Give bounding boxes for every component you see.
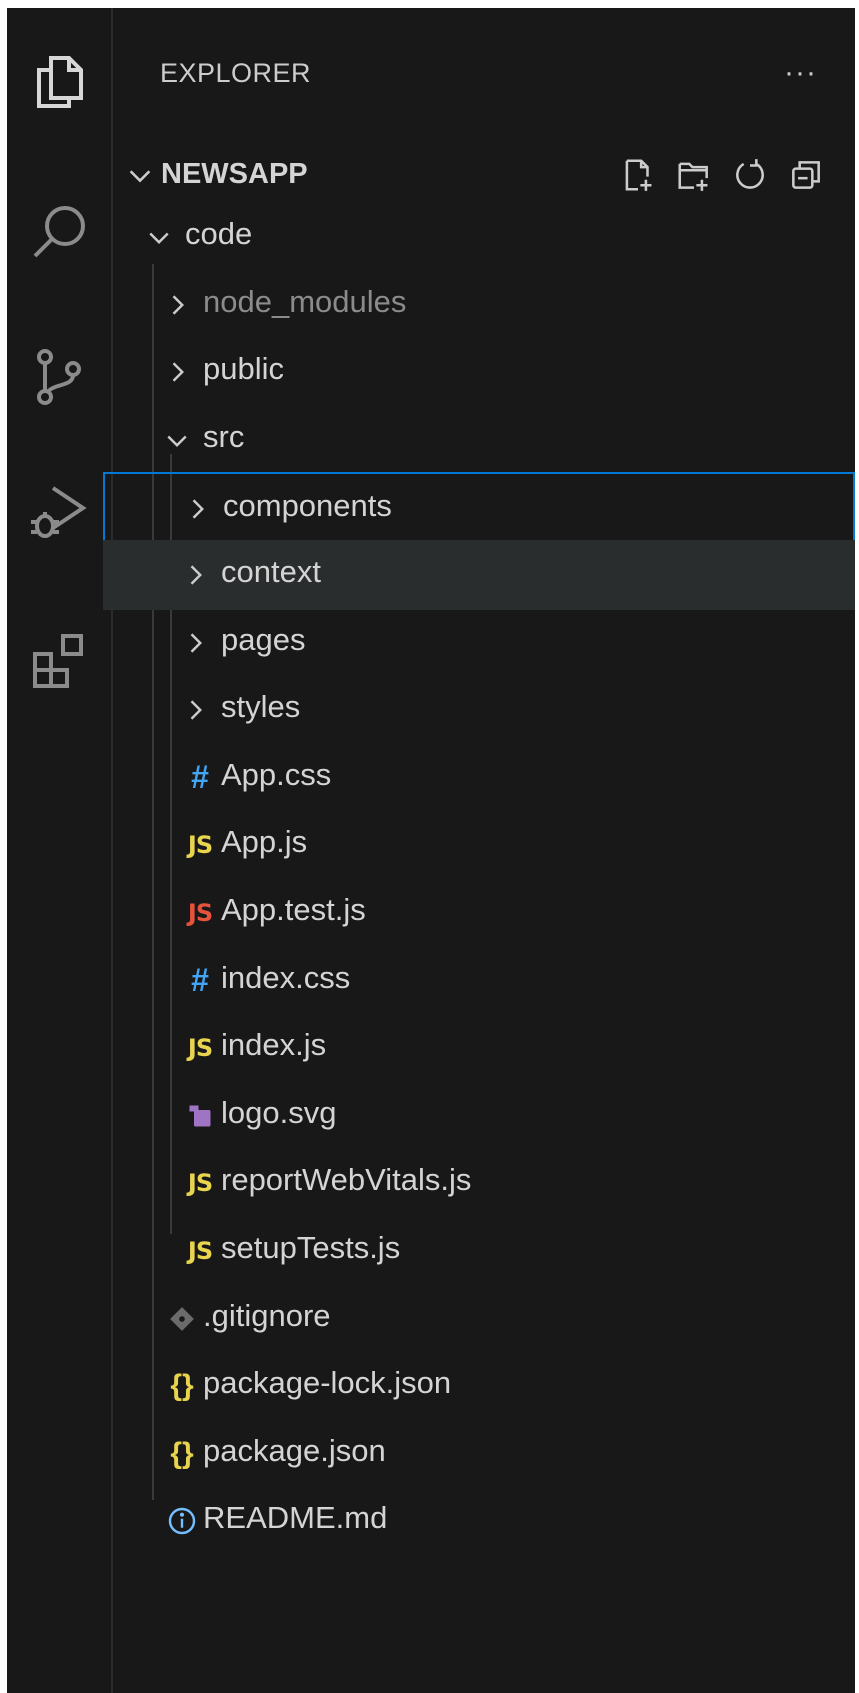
tree-item-label: src [203,418,245,454]
tree-item-label: App.test.js [221,892,366,927]
tree-item-label: components [223,488,392,524]
tree-file[interactable]: JS App.js [113,810,855,880]
tree-item-label: package.json [203,1432,386,1468]
new-folder-icon[interactable] [673,152,715,198]
source-control-icon[interactable] [25,343,93,411]
tree-file[interactable]: {} package.json [113,1419,855,1489]
tree-file[interactable]: README.md [113,1486,855,1556]
css-file-icon: # [191,759,209,796]
tree-item-label: App.css [221,756,332,792]
tree-item-label: setupTests.js [221,1230,401,1265]
chevron-right-icon [192,499,204,520]
git-file-icon [165,1300,199,1338]
tree-folder[interactable]: pages [113,608,855,678]
chevron-down-icon [167,435,187,447]
workspace-section-header[interactable]: NEWSAPP [113,148,855,204]
json-file-icon: {} [170,1369,194,1403]
json-file-icon: {} [170,1436,194,1470]
chevron-right-icon [190,700,202,720]
section-actions [617,152,827,198]
tree-file[interactable]: # index.css [113,946,855,1016]
tree-item-label: index.js [221,1027,327,1063]
run-debug-icon[interactable] [25,478,93,546]
javascript-file-icon: JS [187,899,213,927]
chevron-down-icon [149,232,169,244]
info-icon [165,1502,199,1540]
collapse-all-icon[interactable] [785,152,827,198]
tree-item-label: logo.svg [221,1094,337,1130]
tree-item-label: public [203,351,284,387]
chevron-right-icon [190,632,202,653]
more-actions-icon[interactable]: ··· [784,58,817,88]
chevron-right-icon [172,362,184,382]
tree-item-label: code [185,216,253,251]
svg-file-icon [183,1097,217,1135]
chevron-right-icon [172,294,184,315]
tree-file[interactable]: JS App.test.js [113,878,855,948]
tree-item-label: README.md [203,1500,388,1536]
tree-item-label: styles [221,689,301,725]
javascript-file-icon: JS [187,831,213,860]
tree-file[interactable]: # App.css [113,743,855,813]
javascript-file-icon: JS [187,1169,213,1198]
tree-item-label: App.js [221,824,308,860]
tree-item-label: package-lock.json [203,1365,452,1401]
activity-bar [7,8,113,1693]
tree-item-label: index.css [221,959,351,995]
refresh-icon[interactable] [729,152,771,198]
explorer-title: EXPLORER [160,58,312,88]
tree-item-label: pages [221,621,306,657]
tree-file[interactable]: {} package-lock.json [113,1351,855,1421]
window-frame-right [855,0,859,1693]
tree-file[interactable]: .gitignore [113,1284,855,1354]
javascript-file-icon: JS [187,1237,213,1265]
chevron-down-icon [129,170,151,183]
tree-folder[interactable]: components [103,472,855,543]
new-file-icon[interactable] [617,152,659,198]
tree-folder[interactable]: src [113,405,855,475]
tree-folder[interactable]: styles [113,675,855,745]
tree-file[interactable]: logo.svg [113,1081,855,1151]
workspace-title: NEWSAPP [161,158,308,190]
css-file-icon: # [191,962,209,999]
tree-item-label: node_modules [203,283,407,319]
tree-folder[interactable]: context [103,540,855,610]
tree-file[interactable]: JS index.js [113,1013,855,1083]
chevron-right-icon [190,565,202,585]
explorer-sidebar: EXPLORER ··· NEWSAPP code node_modules p… [103,8,855,1693]
tree-folder[interactable]: public [113,337,855,407]
tree-file[interactable]: JS setupTests.js [113,1216,855,1286]
javascript-file-icon: JS [187,1034,213,1063]
tree-item-label: reportWebVitals.js [221,1162,472,1198]
tree-item-label: context [221,554,321,589]
tree-item-label: .gitignore [203,1297,331,1333]
extensions-icon[interactable] [25,628,93,696]
window-frame-top [0,0,859,8]
search-icon[interactable] [25,198,93,266]
tree-folder[interactable]: node_modules [113,270,855,340]
files-icon[interactable] [25,48,93,116]
window-frame-left [0,0,7,1693]
tree-folder[interactable]: code [113,202,855,272]
tree-file[interactable]: JS reportWebVitals.js [113,1148,855,1218]
